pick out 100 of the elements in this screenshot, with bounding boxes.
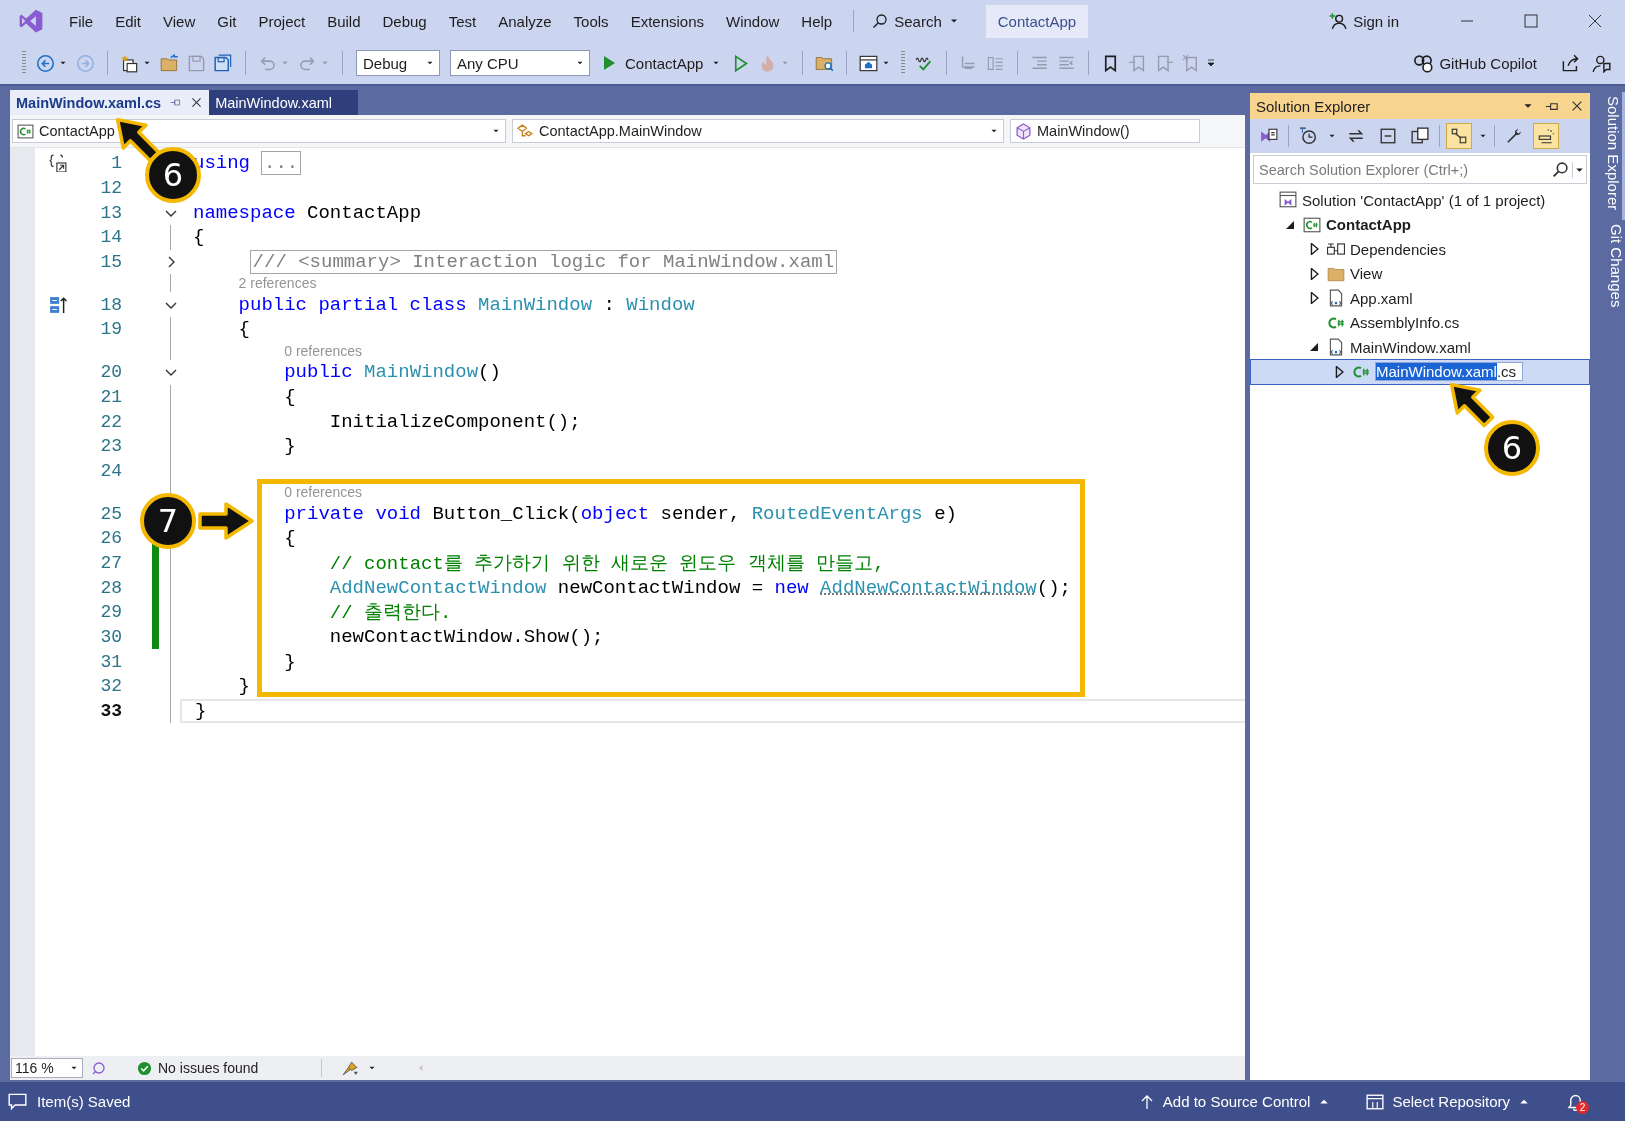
configuration-dropdown[interactable]: Debug <box>356 50 440 76</box>
tree-filter-button[interactable] <box>1446 123 1472 149</box>
close-icon[interactable] <box>190 96 204 109</box>
rename-field[interactable]: MainWindow.xaml.cs <box>1375 362 1524 382</box>
menu-item[interactable]: Help <box>790 8 844 34</box>
feedback-icon[interactable] <box>1592 53 1611 73</box>
code-line: public MainWindow() <box>284 361 501 384</box>
save-all-icon[interactable] <box>214 53 233 73</box>
dropdown-icon[interactable] <box>1572 161 1586 178</box>
search-input[interactable]: Search Solution Explorer (Ctrl+;) <box>1254 161 1552 178</box>
line-number: 23 <box>99 436 122 457</box>
tree-item[interactable]: ContactApp <box>1250 212 1590 237</box>
expanded-icon[interactable] <box>1286 220 1294 229</box>
back-icon[interactable] <box>36 53 55 73</box>
tree-item[interactable]: Dependencies <box>1250 237 1590 262</box>
brush-icon[interactable] <box>342 1059 359 1077</box>
search-field[interactable]: Search Solution Explorer (Ctrl+;) <box>1253 155 1587 184</box>
new-item-icon[interactable] <box>120 53 139 73</box>
menu-item[interactable]: Git <box>206 8 248 34</box>
menu-item[interactable]: Build <box>316 8 372 34</box>
tree-item[interactable]: App.xaml <box>1250 286 1590 311</box>
code-line: InitializeComponent(); <box>329 410 581 433</box>
collapsed-code[interactable]: /// <summary> Interaction logic for MainWindow.xaml <box>249 250 838 275</box>
line-number: 24 <box>99 460 122 481</box>
code-line: public partial class MainWindow : Window <box>238 293 695 316</box>
item-label: ContactApp <box>1326 216 1411 234</box>
item-label: View <box>1350 265 1383 283</box>
side-tab[interactable]: Solution Explorer <box>1598 92 1625 221</box>
open-folder-icon[interactable] <box>160 53 179 73</box>
collapsed-icon[interactable] <box>1309 292 1319 305</box>
menu-item[interactable]: Project <box>247 8 317 34</box>
collapsed-icon[interactable] <box>1309 267 1319 280</box>
share-icon[interactable] <box>1561 53 1580 73</box>
dependencies-icon <box>1327 243 1345 256</box>
tree-item[interactable]: View <box>1250 261 1590 286</box>
preview-button[interactable] <box>1533 123 1559 149</box>
side-tab[interactable]: Git Changes <box>1598 220 1625 318</box>
menu-item[interactable]: Tools <box>562 8 620 34</box>
copilot-icon <box>1413 53 1434 73</box>
menu-item[interactable]: Test <box>437 8 488 34</box>
collapse-icon[interactable] <box>164 367 178 378</box>
code-line: // 출력한다. <box>329 601 452 626</box>
search-icon <box>1552 161 1569 178</box>
status-message: Item(s) Saved <box>37 1093 131 1110</box>
expand-icon[interactable] <box>166 256 176 269</box>
navigation-dropdown[interactable]: ContactApp.MainWindow <box>512 119 1004 143</box>
close-icon[interactable] <box>1587 13 1603 29</box>
document-tab[interactable]: MainWindow.xaml.cs <box>10 90 210 115</box>
health-icon[interactable] <box>91 1060 107 1076</box>
notification-count: 2 <box>1576 1101 1589 1114</box>
solution-name: ContactApp <box>985 4 1089 38</box>
tree-item[interactable]: Solution 'ContactApp' (1 of 1 project) <box>1250 188 1590 213</box>
sign-in-button[interactable]: Sign in <box>1329 12 1399 30</box>
preview-icon <box>1537 127 1555 145</box>
document-tab[interactable]: MainWindow.xaml <box>209 90 358 115</box>
navigation-dropdown[interactable]: ContactApp <box>12 119 506 143</box>
start-button[interactable]: ContactApp <box>601 54 722 72</box>
line-number: 30 <box>99 627 122 648</box>
collapsed-icon[interactable] <box>1334 365 1344 378</box>
menu-item[interactable]: Edit <box>104 8 153 34</box>
copilot-button[interactable]: GitHub Copilot <box>1413 53 1537 73</box>
menu-item[interactable]: Extensions <box>619 8 715 34</box>
line-number: 33 <box>99 701 122 722</box>
tree-item[interactable]: MainWindow.xaml <box>1250 335 1590 360</box>
menu-item[interactable]: Debug <box>371 8 438 34</box>
zoom-dropdown[interactable]: 116 % <box>11 1058 83 1078</box>
solution-icon <box>1279 191 1297 210</box>
play-icon <box>601 54 617 72</box>
tree-item[interactable]: MainWindow.xaml.cs <box>1251 359 1589 384</box>
menu-item[interactable]: Analyze <box>487 8 563 34</box>
search-button[interactable]: Search <box>864 8 968 34</box>
line-number: 13 <box>99 202 122 223</box>
check-icon <box>137 1060 152 1076</box>
app-logo-icon <box>18 8 44 34</box>
outline-icon[interactable] <box>48 154 67 173</box>
collapsed-icon[interactable] <box>1309 243 1319 256</box>
code-line: } <box>284 650 296 673</box>
configuration-dropdown[interactable]: Any CPU <box>450 50 590 76</box>
maximize-icon[interactable] <box>1523 13 1539 29</box>
code-line: newContactWindow.Show(); <box>329 626 604 649</box>
line-number: 15 <box>99 252 122 273</box>
menu-item[interactable]: File <box>58 8 105 34</box>
base-class-icon[interactable] <box>48 295 67 314</box>
markup-file-icon <box>1327 289 1345 308</box>
menu-item[interactable]: View <box>152 8 207 34</box>
collapsed-code[interactable]: ... <box>261 151 302 176</box>
add-to-source-control-button[interactable]: Add to Source Control <box>1138 1092 1331 1111</box>
line-number: 21 <box>99 386 122 407</box>
item-label: AssemblyInfo.cs <box>1350 314 1460 332</box>
expanded-icon[interactable] <box>1310 343 1318 352</box>
line-number: 20 <box>99 362 122 383</box>
select-repository-button[interactable]: Select Repository <box>1366 1092 1530 1111</box>
navigation-dropdown[interactable]: MainWindow() <box>1010 119 1200 143</box>
tree-item[interactable]: AssemblyInfo.cs <box>1250 310 1590 335</box>
line-number: 31 <box>99 651 122 672</box>
menu-item[interactable]: Window <box>715 8 791 34</box>
project-icon <box>17 122 34 140</box>
window-icon[interactable] <box>859 53 879 73</box>
code-line: private void Button_Click(object sender, RoutedEventArgs e) <box>284 502 957 525</box>
close-icon[interactable] <box>1570 99 1584 113</box>
